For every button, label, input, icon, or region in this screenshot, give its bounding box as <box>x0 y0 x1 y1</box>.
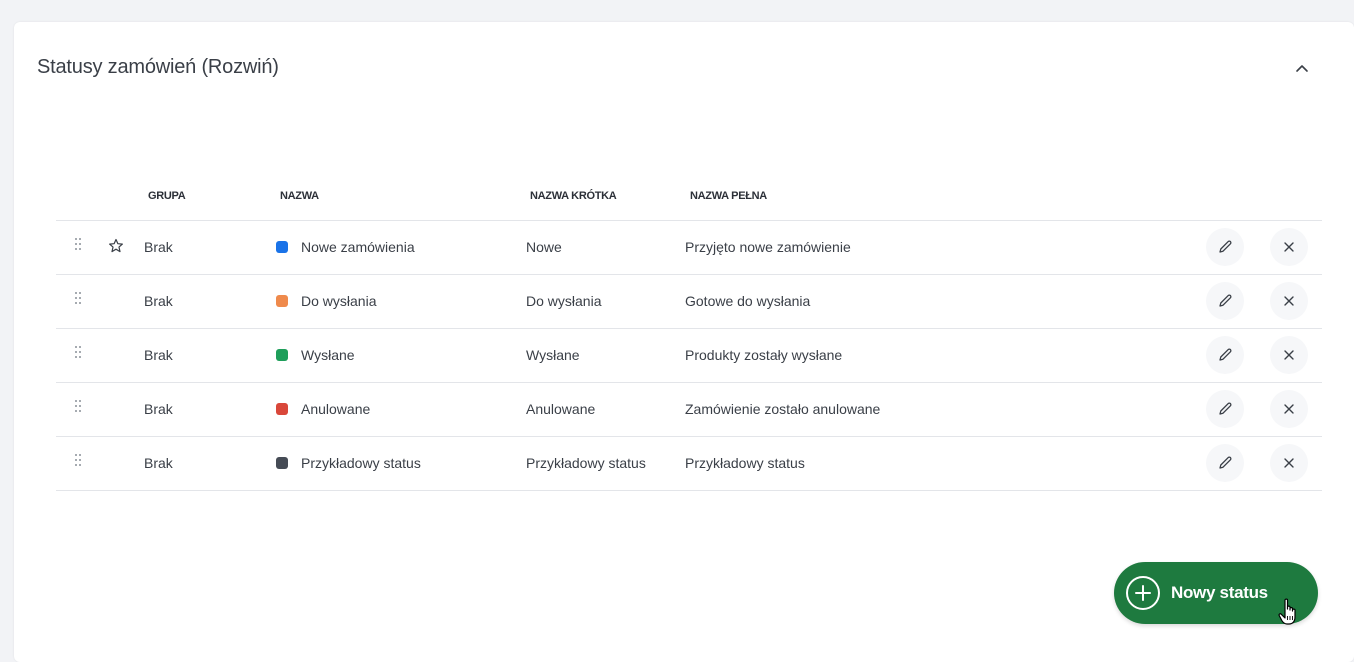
delete-button[interactable] <box>1270 336 1308 374</box>
delete-button[interactable] <box>1270 390 1308 428</box>
close-icon <box>1284 350 1294 360</box>
cell-name: Do wysłania <box>301 293 377 309</box>
status-color-swatch <box>276 403 288 415</box>
cell-group: Brak <box>144 347 173 363</box>
header-full-name: NAZWA PEŁNA <box>690 190 767 202</box>
cell-full-name: Przykładowy status <box>685 455 805 471</box>
header-group: GRUPA <box>148 190 186 202</box>
close-icon <box>1284 296 1294 306</box>
cell-short-name: Nowe <box>526 239 562 255</box>
cell-short-name: Do wysłania <box>526 293 602 309</box>
edit-button[interactable] <box>1206 228 1244 266</box>
cell-name: Nowe zamówienia <box>301 239 415 255</box>
table-row: Brak Przykładowy status Przykładowy status… <box>56 437 1322 491</box>
table-header: GRUPA NAZWA NAZWA KRÓTKA NAZWA PEŁNA <box>56 172 1322 221</box>
plus-circle-icon <box>1125 575 1161 611</box>
drag-handle-icon[interactable] <box>74 345 82 359</box>
close-icon <box>1284 458 1294 468</box>
order-statuses-panel: Statusy zamówień (Rozwiń) GRUPA NAZWA NA… <box>14 22 1354 662</box>
pencil-icon <box>1219 294 1232 307</box>
cell-name: Przykładowy status <box>301 455 421 471</box>
cell-name: Anulowane <box>301 401 371 417</box>
cell-group: Brak <box>144 239 173 255</box>
pencil-icon <box>1219 402 1232 415</box>
header-short-name: NAZWA KRÓTKA <box>530 190 617 202</box>
table-row: Brak Do wysłania Do wysłania Gotowe do wysł… <box>56 275 1322 329</box>
cell-short-name: Przykładowy status <box>526 455 646 471</box>
drag-handle-icon[interactable] <box>74 453 82 467</box>
collapse-button[interactable] <box>1290 56 1314 80</box>
close-icon <box>1284 242 1294 252</box>
cell-short-name: Wysłane <box>526 347 580 363</box>
edit-button[interactable] <box>1206 390 1244 428</box>
chevron-up-icon <box>1296 65 1308 72</box>
table-row: Brak Anulowane Anulowane Zamówienie zostało… <box>56 383 1322 437</box>
drag-handle-icon[interactable] <box>74 237 82 251</box>
edit-button[interactable] <box>1206 336 1244 374</box>
cell-full-name: Zamówienie zostało anulowane <box>685 401 881 417</box>
cell-group: Brak <box>144 293 173 309</box>
header-name: NAZWA <box>280 190 319 202</box>
status-color-swatch <box>276 457 288 469</box>
new-status-label: Nowy status <box>1171 583 1268 602</box>
delete-button[interactable] <box>1270 444 1308 482</box>
panel-title[interactable]: Statusy zamówień (Rozwiń) <box>37 56 279 79</box>
drag-handle-icon[interactable] <box>74 291 82 305</box>
cell-short-name: Anulowane <box>526 401 596 417</box>
edit-button[interactable] <box>1206 282 1244 320</box>
cell-group: Brak <box>144 401 173 417</box>
delete-button[interactable] <box>1270 282 1308 320</box>
drag-handle-icon[interactable] <box>74 399 82 413</box>
table-row: Brak Wysłane Wysłane Produkty zostały wysła… <box>56 329 1322 383</box>
status-color-swatch <box>276 241 288 253</box>
cell-name: Wysłane <box>301 347 355 363</box>
hand-pointer-icon <box>1278 598 1296 625</box>
cell-group: Brak <box>144 455 173 471</box>
pencil-icon <box>1219 348 1232 361</box>
close-icon <box>1284 404 1294 414</box>
cell-full-name: Produkty zostały wysłane <box>685 347 843 363</box>
status-color-swatch <box>276 349 288 361</box>
table-row: Brak Nowe zamówienia Nowe Przyjęto nowe zam… <box>56 221 1322 275</box>
cell-full-name: Gotowe do wysłania <box>685 293 811 309</box>
delete-button[interactable] <box>1270 228 1308 266</box>
pencil-icon <box>1219 240 1232 253</box>
pencil-icon <box>1219 456 1232 469</box>
status-color-swatch <box>276 295 288 307</box>
star-icon[interactable] <box>108 238 124 254</box>
edit-button[interactable] <box>1206 444 1244 482</box>
statuses-table: GRUPA NAZWA NAZWA KRÓTKA NAZWA PEŁNA Bra… <box>56 172 1322 491</box>
cell-full-name: Przyjęto nowe zamówienie <box>685 239 851 255</box>
